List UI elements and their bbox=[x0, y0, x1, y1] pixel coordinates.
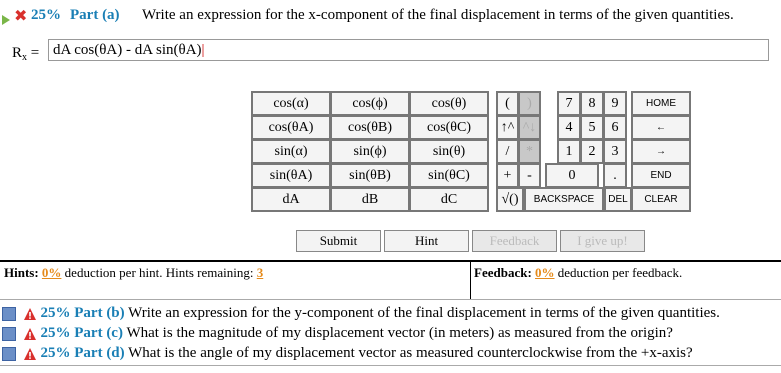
clear-key[interactable]: CLEAR bbox=[631, 187, 691, 212]
func-key[interactable]: cos(θ) bbox=[409, 91, 489, 116]
func-key[interactable]: cos(θA) bbox=[251, 115, 331, 140]
part-a-header: ✖ 25% Part (a) Write an expression for t… bbox=[0, 4, 781, 28]
answer-label: Rx = bbox=[12, 45, 40, 63]
other-parts-list: 25% Part (b) Write an expression for the… bbox=[2, 305, 781, 365]
operator-key[interactable]: ↑^ bbox=[496, 115, 519, 140]
func-key[interactable]: dA bbox=[251, 187, 331, 212]
digit-key[interactable]: 6 bbox=[603, 115, 627, 140]
part-d-row[interactable]: 25% Part (d) What is the angle of my dis… bbox=[2, 345, 781, 365]
digit-key[interactable]: 7 bbox=[557, 91, 581, 116]
collapse-square-icon bbox=[2, 306, 16, 321]
collapse-square-icon bbox=[2, 326, 16, 341]
nav-key[interactable]: ← bbox=[631, 115, 691, 140]
nav-key[interactable]: → bbox=[631, 139, 691, 164]
operator-key[interactable]: ( bbox=[496, 91, 519, 116]
keypad: cos(α) cos(ϕ) cos(θ) cos(θA) cos(θB) cos(θC) s… bbox=[251, 91, 691, 212]
digit-key[interactable]: 1 bbox=[557, 139, 581, 164]
warning-icon bbox=[23, 307, 36, 320]
digit-key[interactable]: 4 bbox=[557, 115, 581, 140]
submit-button[interactable]: Submit bbox=[296, 230, 381, 252]
expand-arrow-icon[interactable] bbox=[2, 11, 10, 28]
nav-key[interactable]: END bbox=[631, 163, 691, 188]
divider-top bbox=[0, 260, 781, 262]
digit-key[interactable]: 3 bbox=[603, 139, 627, 164]
func-key[interactable]: sin(θB) bbox=[330, 163, 410, 188]
func-key[interactable]: cos(α) bbox=[251, 91, 331, 116]
collapse-square-icon bbox=[2, 346, 16, 361]
del-key[interactable]: DEL bbox=[604, 187, 632, 212]
digit-key[interactable]: 9 bbox=[603, 91, 627, 116]
digit-key[interactable]: . bbox=[603, 163, 627, 188]
digit-key[interactable]: 0 bbox=[545, 163, 599, 188]
bottom-divider bbox=[0, 365, 781, 366]
func-key[interactable]: cos(ϕ) bbox=[330, 91, 410, 116]
nav-key[interactable]: HOME bbox=[631, 91, 691, 116]
part-c-row[interactable]: 25% Part (c) What is the magnitude of my… bbox=[2, 325, 781, 345]
func-key[interactable]: sin(θC) bbox=[409, 163, 489, 188]
feedback-button[interactable]: Feedback bbox=[472, 230, 557, 252]
part-a-percent: 25% bbox=[31, 7, 61, 23]
func-key[interactable]: dC bbox=[409, 187, 489, 212]
func-key[interactable]: sin(θ) bbox=[409, 139, 489, 164]
hints-info: Hints: 0% deduction per hint. Hints rema… bbox=[4, 265, 264, 280]
operator-key[interactable]: + bbox=[496, 163, 519, 188]
divider-middle bbox=[470, 260, 471, 300]
feedback-info: Feedback: 0% deduction per feedback. bbox=[474, 265, 683, 280]
operator-key[interactable]: - bbox=[518, 163, 541, 188]
give-up-button[interactable]: I give up! bbox=[560, 230, 645, 252]
operator-key[interactable]: ^↓ bbox=[518, 115, 541, 140]
operator-key[interactable]: ) bbox=[518, 91, 541, 116]
func-key[interactable]: cos(θC) bbox=[409, 115, 489, 140]
digit-key[interactable]: 2 bbox=[580, 139, 604, 164]
func-key[interactable]: dB bbox=[330, 187, 410, 212]
digit-key[interactable]: 8 bbox=[580, 91, 604, 116]
backspace-key[interactable]: BACKSPACE bbox=[524, 187, 604, 212]
operator-key[interactable]: / bbox=[496, 139, 519, 164]
answer-input[interactable]: dA cos(θA) - dA sin(θA)| bbox=[48, 39, 769, 61]
digit-key[interactable]: 5 bbox=[580, 115, 604, 140]
sqrt-key[interactable]: √() bbox=[496, 187, 524, 212]
warning-icon bbox=[23, 327, 36, 340]
func-key[interactable]: cos(θB) bbox=[330, 115, 410, 140]
part-a-question: Write an expression for the x-component … bbox=[142, 7, 734, 23]
part-b-row[interactable]: 25% Part (b) Write an expression for the… bbox=[2, 305, 781, 325]
incorrect-x-icon: ✖ bbox=[14, 6, 28, 25]
warning-icon bbox=[23, 347, 36, 360]
part-a-label: Part (a) bbox=[70, 7, 120, 23]
hint-button[interactable]: Hint bbox=[384, 230, 469, 252]
func-key[interactable]: sin(α) bbox=[251, 139, 331, 164]
func-key[interactable]: sin(ϕ) bbox=[330, 139, 410, 164]
operator-key[interactable]: * bbox=[518, 139, 541, 164]
func-key[interactable]: sin(θA) bbox=[251, 163, 331, 188]
divider-bottom bbox=[0, 299, 781, 300]
